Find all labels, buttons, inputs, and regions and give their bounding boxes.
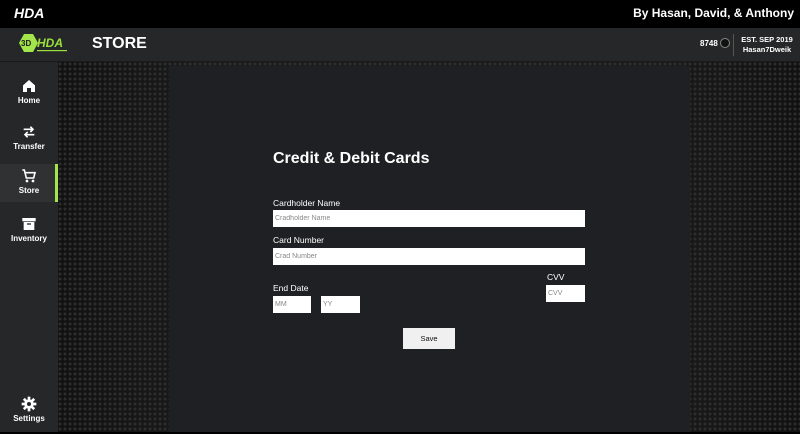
sidebar-item-inventory[interactable]: Inventory xyxy=(0,212,58,254)
cvv-label: CVV xyxy=(547,272,565,282)
sidebar-item-store[interactable]: Store xyxy=(0,164,58,202)
cart-icon xyxy=(22,169,37,183)
end-date-label: End Date xyxy=(273,283,309,293)
card-number-input[interactable] xyxy=(273,248,585,265)
credits-text: By Hasan, David, & Anthony xyxy=(633,6,794,20)
est-date: EST. SEP 2019 xyxy=(741,35,793,44)
coin-count: 8748 xyxy=(700,38,718,48)
sidebar: Home Transfer Store Inventory Settings xyxy=(0,62,58,432)
form-title: Credit & Debit Cards xyxy=(273,150,430,167)
sidebar-item-label: Home xyxy=(17,96,41,105)
cvv-input[interactable] xyxy=(546,285,585,302)
main-content: Credit & Debit Cards Cardholder Name Car… xyxy=(58,62,800,432)
svg-text:3D: 3D xyxy=(21,39,31,48)
gear-icon xyxy=(21,396,37,412)
card-number-label: Card Number xyxy=(273,235,325,245)
archive-icon xyxy=(22,218,36,230)
sidebar-item-label: Store xyxy=(18,186,40,195)
year-input[interactable] xyxy=(321,296,360,313)
home-icon xyxy=(23,80,35,92)
username: Hasan7Dweik xyxy=(742,45,792,54)
account-info[interactable]: EST. SEP 2019 Hasan7Dweik xyxy=(739,35,795,55)
header-divider xyxy=(733,34,734,56)
coin-balance: 8748 xyxy=(700,38,730,48)
sidebar-item-label: Transfer xyxy=(13,142,45,151)
sidebar-item-transfer[interactable]: Transfer xyxy=(0,120,58,162)
page-title: STORE xyxy=(92,35,147,52)
sidebar-item-label: Settings xyxy=(13,414,45,423)
save-button[interactable]: Save xyxy=(403,328,455,349)
app-name: HDA xyxy=(14,5,45,21)
sidebar-item-settings[interactable]: Settings xyxy=(0,392,58,434)
title-bar: HDA By Hasan, David, & Anthony xyxy=(0,0,800,29)
svg-text:HDA: HDA xyxy=(37,36,63,50)
sidebar-item-label: Inventory xyxy=(10,234,47,243)
hda-logo: 3D HDA xyxy=(19,34,67,52)
coin-icon xyxy=(719,38,730,48)
sidebar-item-home[interactable]: Home xyxy=(0,74,58,116)
app-header: 3D HDA STORE 8748 EST. SEP 2019 Hasan7Dw… xyxy=(0,28,800,62)
card-form-panel: Credit & Debit Cards Cardholder Name Car… xyxy=(169,66,690,432)
transfer-icon xyxy=(23,126,35,138)
cardholder-label: Cardholder Name xyxy=(273,198,341,208)
cardholder-input[interactable] xyxy=(273,210,585,227)
month-input[interactable] xyxy=(273,296,311,313)
